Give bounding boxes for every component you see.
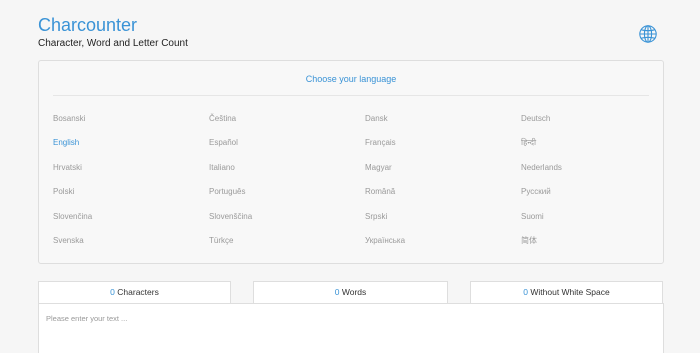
language-option[interactable]: Русский <box>521 186 663 210</box>
language-option[interactable]: Українська <box>365 235 521 259</box>
language-list: Bosanski Čeština Dansk Deutsch English Españo… <box>53 113 663 259</box>
language-option[interactable]: Deutsch <box>521 113 663 137</box>
app-header: Charcounter Character, Word and Letter C… <box>38 14 188 51</box>
words-count-value: 0 <box>334 287 340 297</box>
language-option[interactable]: Italiano <box>209 162 365 186</box>
characters-count-value: 0 <box>110 287 115 297</box>
language-option[interactable]: Português <box>209 186 365 210</box>
language-panel-divider <box>53 95 649 96</box>
language-option[interactable]: Čeština <box>209 113 365 137</box>
language-option[interactable]: Español <box>209 137 365 161</box>
language-option[interactable]: Français <box>365 137 521 161</box>
language-option[interactable]: Slovenščina <box>209 211 365 235</box>
words-count-tab[interactable]: 0 Words <box>253 281 448 303</box>
language-option[interactable]: Srpski <box>365 211 521 235</box>
app-subtitle: Character, Word and Letter Count <box>38 38 188 49</box>
language-option[interactable]: Polski <box>53 186 209 210</box>
language-option[interactable]: Bosanski <box>53 113 209 137</box>
without-white-space-count-tab[interactable]: 0 Without White Space <box>470 281 663 303</box>
language-option[interactable]: 简体 <box>521 235 663 259</box>
language-option[interactable]: हिन्दी <box>521 137 663 161</box>
language-option[interactable]: Română <box>365 186 521 210</box>
language-option[interactable]: Türkçe <box>209 235 365 259</box>
language-option[interactable]: Svenska <box>53 235 209 259</box>
app-title: Charcounter <box>38 15 138 35</box>
characters-count-label: Characters <box>117 287 159 297</box>
language-option[interactable]: Nederlands <box>521 162 663 186</box>
language-option[interactable]: English <box>53 137 209 161</box>
words-count-label: Words <box>341 287 367 297</box>
language-option[interactable]: Slovenčina <box>53 211 209 235</box>
language-panel-heading: Choose your language <box>305 74 397 84</box>
without-white-space-count-label: Without White Space <box>530 287 610 297</box>
language-panel: Choose your language Bosanski Čeština Dans… <box>38 60 664 264</box>
text-input[interactable] <box>38 303 664 353</box>
characters-count-tab[interactable]: 0 Characters <box>38 281 231 303</box>
language-option[interactable]: Hrvatski <box>53 162 209 186</box>
language-option[interactable]: Magyar <box>365 162 521 186</box>
globe-icon[interactable] <box>638 24 658 44</box>
without-white-space-count-value: 0 <box>523 287 528 297</box>
language-option[interactable]: Suomi <box>521 211 663 235</box>
language-option[interactable]: Dansk <box>365 113 521 137</box>
